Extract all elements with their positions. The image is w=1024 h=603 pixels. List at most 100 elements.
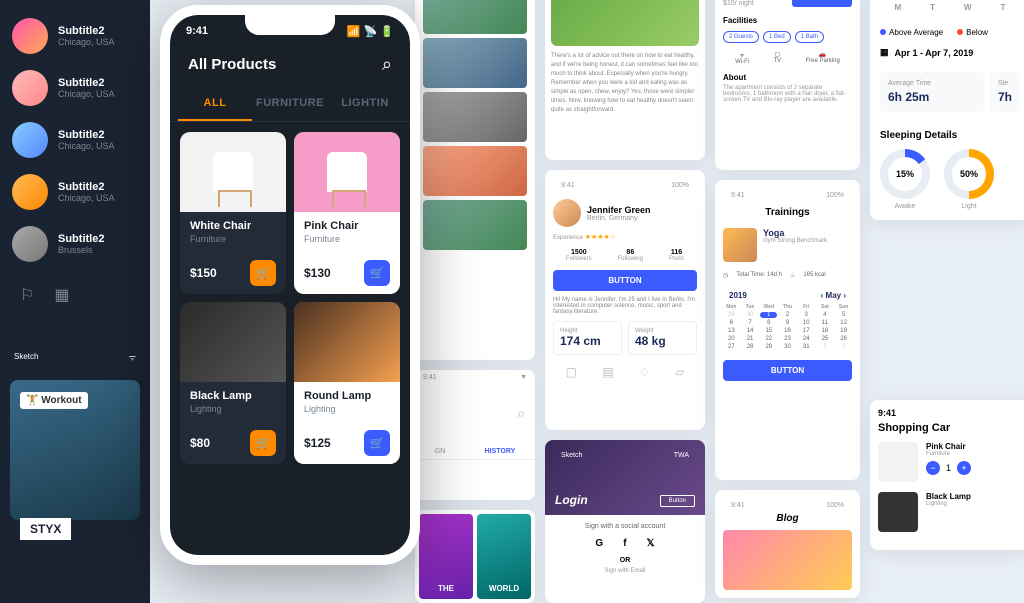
cart-icon[interactable]: 🛒 — [364, 260, 390, 286]
bell-icon[interactable]: ♢ — [639, 365, 650, 379]
tab-all[interactable]: ALL — [178, 87, 252, 121]
cart-icon[interactable]: 🛒 — [250, 260, 276, 286]
calendar-grid: MonTueWedThuFriSatSun 293012345 67891011… — [723, 304, 852, 350]
product-image — [294, 132, 400, 212]
product-card[interactable]: Round LampLighting $125🛒 — [294, 302, 400, 464]
product-card[interactable]: Pink ChairFurniture $130🛒 — [294, 132, 400, 294]
trainings-screen: 9:41100% Trainings YogaGym Strong Benchm… — [715, 180, 860, 480]
image-tile[interactable] — [423, 92, 527, 142]
chip-guests: 2 Guests — [723, 31, 759, 43]
donut-awake: 15% — [880, 149, 930, 199]
product-category: Furniture — [190, 234, 276, 244]
image-tile[interactable] — [423, 38, 527, 88]
about-label: About — [723, 73, 852, 82]
calendar-year[interactable]: 2019 — [729, 291, 747, 300]
chevron-right-icon[interactable]: › — [843, 291, 846, 300]
date-range[interactable]: ▦Apr 1 - Apr 7, 2019 — [880, 47, 1020, 58]
blog-image[interactable] — [723, 530, 852, 590]
activity-image — [723, 228, 757, 262]
activity-card[interactable]: YogaGym Strong Benchmark — [723, 222, 852, 268]
book-now-button[interactable]: BOOK NOW — [792, 0, 852, 7]
contact-location: Chicago, USA — [58, 37, 115, 47]
trainings-button[interactable]: BUTTON — [723, 360, 852, 381]
status-bar: Sketchᯤ — [10, 350, 140, 365]
chevron-left-icon[interactable]: ‹ — [821, 291, 824, 300]
profile-location: Berlin, Germany — [587, 215, 651, 222]
cart-item: Pink ChairFurniture −1+ — [878, 442, 1022, 482]
colorful-tiles: THE WORLD — [415, 510, 535, 603]
blog-screen: 9:41100% Blog — [715, 490, 860, 598]
google-icon[interactable]: G — [595, 538, 603, 549]
bag-icon[interactable]: ▱ — [675, 365, 684, 379]
booking-price: $10/ night — [723, 0, 754, 8]
filter-screen: 9:41▼ ⌕ GN HISTORY — [415, 370, 535, 500]
article-text: There's a lot of advice out there on how… — [551, 52, 699, 115]
tile-world[interactable]: WORLD — [477, 514, 531, 599]
dot-icon — [880, 29, 886, 35]
about-text: The apartment consists of 2 separate bed… — [723, 85, 852, 103]
search-icon[interactable]: ⌕ — [382, 54, 392, 75]
styx-label: STYX — [20, 518, 71, 540]
cart-icon[interactable]: 🛒 — [250, 430, 276, 456]
stat-posts: 116 — [669, 249, 684, 256]
image-tile[interactable] — [423, 146, 527, 196]
login-button[interactable]: Button — [660, 495, 695, 507]
minus-button[interactable]: − — [926, 461, 940, 475]
avatar[interactable] — [553, 199, 581, 227]
clock-icon: ◷ — [723, 272, 728, 279]
calendar-day-today[interactable]: 1 — [760, 312, 777, 318]
cart-icon[interactable]: 🛒 — [364, 430, 390, 456]
twitter-icon[interactable]: 𝕏 — [647, 538, 655, 549]
profile-button[interactable]: BUTTON — [553, 270, 697, 291]
facebook-icon[interactable]: f — [623, 538, 626, 549]
workout-card[interactable]: 🏋 Workout STYX — [10, 380, 140, 520]
or-divider: OR — [553, 557, 697, 564]
calendar-icon[interactable]: ▦ — [54, 285, 69, 305]
small-tabs: GN HISTORY — [415, 442, 535, 460]
status-bar: 9:41100% — [723, 188, 852, 203]
contact-item[interactable]: Subtitle2Chicago, USA — [0, 166, 150, 218]
product-category: Lighting — [190, 404, 276, 414]
chip-bed: 1 Bed — [763, 31, 791, 43]
avatar — [12, 70, 48, 106]
tile-the[interactable]: THE — [419, 514, 473, 599]
experience-label: Experience — [553, 235, 583, 241]
cart-item: Black LampLighting — [878, 492, 1022, 532]
stat-followers: 1500 — [566, 249, 592, 256]
contact-name: Subtitle2 — [58, 77, 115, 89]
product-card[interactable]: Black LampLighting $80🛒 — [180, 302, 286, 464]
contact-name: Subtitle2 — [58, 129, 115, 141]
product-image — [180, 302, 286, 382]
tab-furniture[interactable]: FURNITURE — [252, 87, 328, 121]
product-price: $80 — [190, 436, 210, 450]
cart-item-category: Lighting — [926, 501, 1022, 507]
product-name: Round Lamp — [304, 390, 390, 402]
trainings-title: Trainings — [723, 207, 852, 218]
sleeping-details-title: Sleeping Details — [880, 130, 1020, 141]
grid-icon[interactable]: ▤ — [602, 365, 613, 379]
image-tile[interactable] — [423, 200, 527, 250]
contact-item[interactable]: Subtitle2Chicago, USA — [0, 114, 150, 166]
cart-item-name: Pink Chair — [926, 442, 1022, 451]
profile-screen: 9:41100% Jennifer GreenBerlin, Germany E… — [545, 170, 705, 430]
plus-button[interactable]: + — [957, 461, 971, 475]
tab-lighting[interactable]: LIGHTIN — [328, 87, 402, 121]
filter-icon[interactable]: ▼ — [520, 374, 527, 381]
login-title: Login — [555, 493, 588, 507]
flame-icon: ♨ — [790, 272, 795, 279]
image-tile[interactable] — [423, 0, 527, 34]
article-screen: There's a lot of advice out there on how… — [545, 0, 705, 160]
flag-icon[interactable]: ⚐ — [20, 285, 34, 305]
parking-icon: 🚗 — [805, 51, 839, 58]
contact-item[interactable]: Subtitle2Chicago, USA — [0, 10, 150, 62]
home-icon[interactable]: ▢ — [566, 365, 577, 379]
product-name: White Chair — [190, 220, 276, 232]
contact-item[interactable]: Subtitle2Chicago, USA — [0, 62, 150, 114]
product-card[interactable]: White ChairFurniture $150🛒 — [180, 132, 286, 294]
tab-history[interactable]: HISTORY — [485, 448, 516, 455]
tab-gn[interactable]: GN — [435, 448, 446, 455]
contact-item[interactable]: Subtitle2Brussels — [0, 218, 150, 270]
image-grid-screen — [415, 0, 535, 360]
search-icon[interactable]: ⌕ — [517, 405, 525, 421]
profile-name: Jennifer Green — [587, 205, 651, 215]
